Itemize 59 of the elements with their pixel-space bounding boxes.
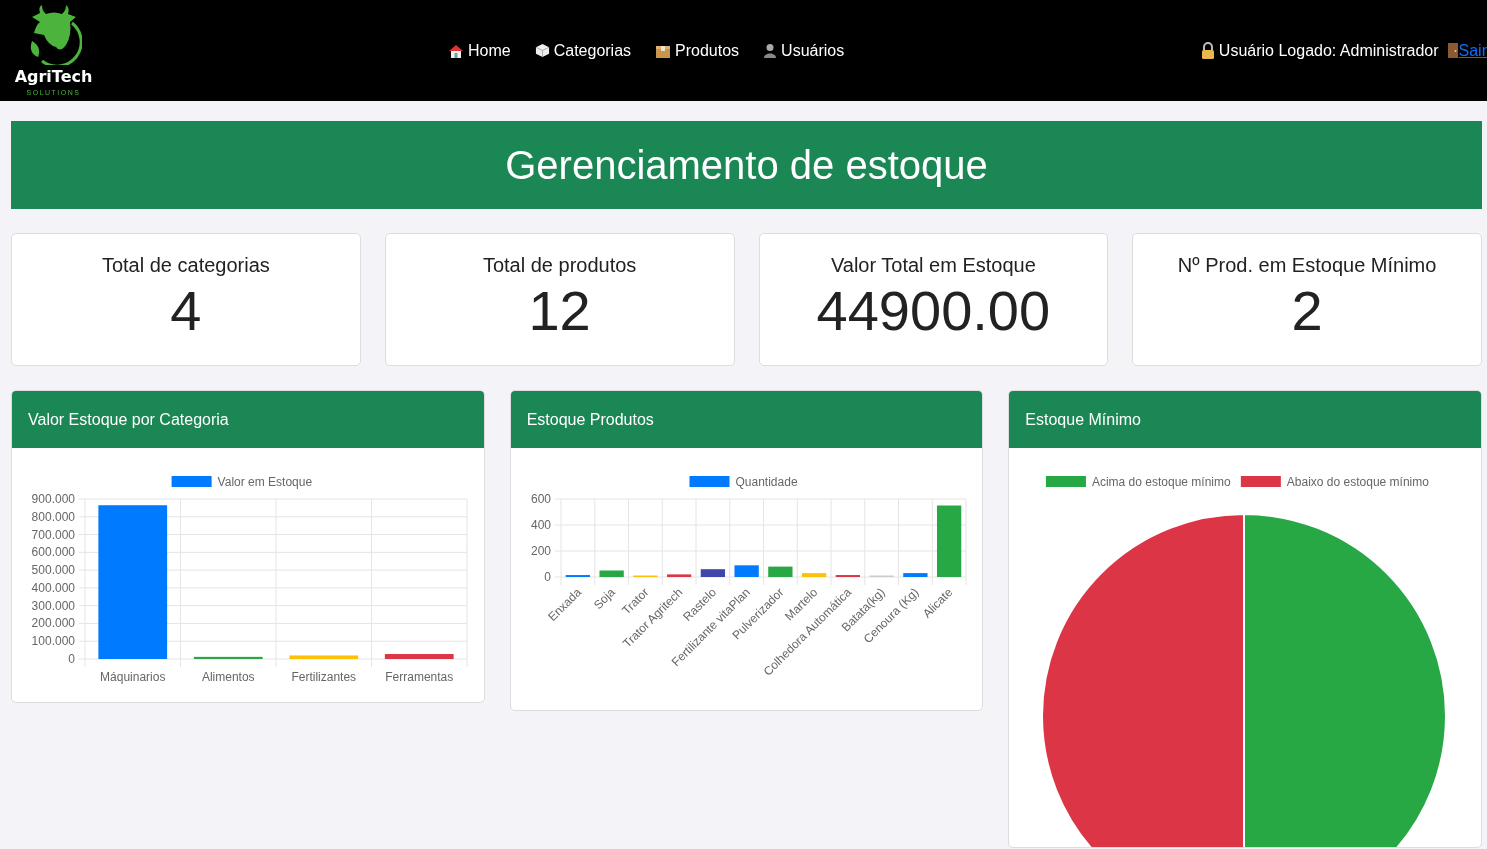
cube-icon: [534, 43, 550, 58]
legend-swatch[interactable]: [171, 476, 212, 487]
page-title: Gerenciamento de estoque: [11, 121, 1482, 209]
stat-value: 4: [170, 280, 202, 342]
nav-link[interactable]: Produtos: [655, 38, 740, 63]
axis-tick-label: 900.000: [31, 492, 75, 506]
bar[interactable]: [902, 573, 928, 577]
pie-slice[interactable]: [1243, 513, 1447, 847]
bar[interactable]: [767, 566, 793, 577]
axis-tick-label: 0: [68, 652, 75, 666]
stat-value: 2: [1291, 280, 1323, 342]
axis-tick-label: 200: [530, 544, 551, 558]
legend-swatch[interactable]: [689, 476, 730, 487]
legend-swatch[interactable]: [1241, 476, 1282, 487]
stat-value: 44900.00: [816, 280, 1051, 342]
logged-user-text: Usuário Logado: Administrador: [1218, 40, 1439, 61]
stat-label: Total de produtos: [482, 253, 637, 278]
axis-category-label: Ferramentas: [385, 670, 454, 684]
axis-tick-label: 100.000: [31, 634, 75, 649]
axis-tick-label: 400.000: [31, 580, 75, 595]
nav-link[interactable]: Home: [448, 38, 511, 63]
bar[interactable]: [936, 505, 961, 577]
bar[interactable]: [700, 569, 725, 577]
door-icon: [1446, 42, 1459, 59]
bar[interactable]: [666, 574, 691, 577]
legend-label[interactable]: Quantidade: [735, 475, 798, 489]
logout-link[interactable]: Sair: [1446, 38, 1487, 63]
axis-tick-label: 0: [543, 570, 551, 584]
axis-tick-label: 600.000: [31, 545, 75, 560]
axis-category-label: Alimentos: [201, 670, 255, 684]
axis-tick-label: 300.000: [31, 598, 75, 613]
nav-link[interactable]: Categorias: [534, 38, 632, 63]
axis-tick-label: 600: [530, 492, 551, 506]
stat-value: 12: [528, 280, 591, 342]
axis-category-label: Máquinarios: [100, 670, 166, 684]
chart-card-title: Valor Estoque por Categoria: [28, 409, 229, 430]
legend-label[interactable]: Acima do estoque mínimo: [1092, 475, 1231, 489]
axis-category-label: Soja: [590, 585, 618, 613]
axis-category-label: Fertilizantes: [291, 670, 357, 684]
pie-slice[interactable]: [1041, 513, 1246, 847]
axis-tick-label: 500.000: [31, 563, 75, 578]
legend-swatch[interactable]: [1046, 476, 1087, 487]
axis-tick-label: 200.000: [31, 616, 75, 631]
chart-card-title: Estoque Produtos: [526, 409, 654, 430]
axis-tick-label: 800.000: [31, 509, 75, 524]
axis-tick-label: 400: [530, 518, 551, 532]
stat-label: Total de categorias: [101, 253, 270, 278]
legend-label[interactable]: Abaixo do estoque mínimo: [1287, 475, 1430, 489]
house-icon: [448, 42, 464, 59]
legend-label[interactable]: Valor em Estoque: [217, 475, 313, 489]
lock-icon: [1200, 42, 1215, 59]
axis-tick-label: 700.000: [31, 527, 75, 542]
stat-label: Nº Prod. em Estoque Mínimo: [1177, 253, 1437, 278]
brand-name: AgriTech: [14, 69, 93, 85]
chart-card-title: Estoque Mínimo: [1025, 409, 1141, 430]
stat-label: Valor Total em Estoque: [830, 253, 1036, 278]
person-icon: [763, 43, 778, 58]
bar[interactable]: [193, 656, 263, 659]
nav-link[interactable]: Usuários: [763, 38, 845, 63]
